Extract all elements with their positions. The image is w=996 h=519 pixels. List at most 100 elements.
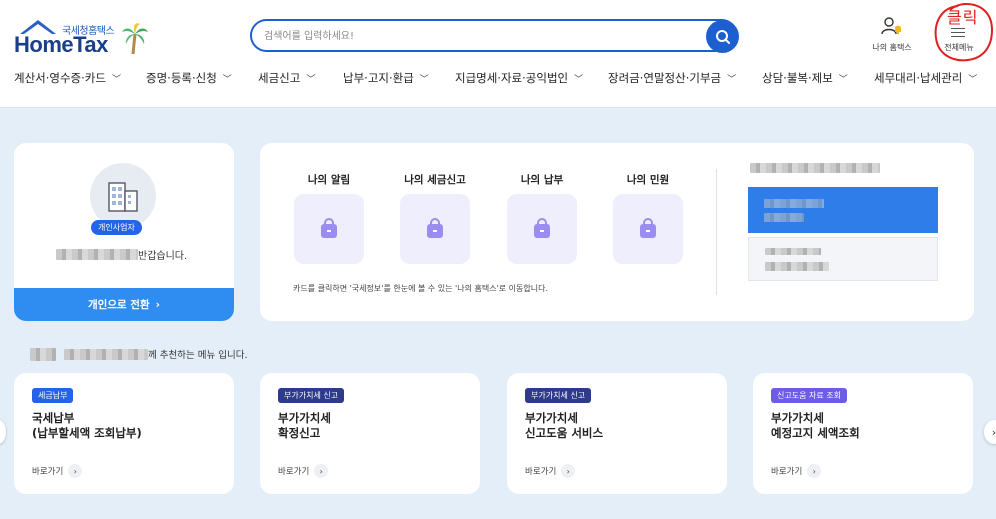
recommend-heading: 께 추천하는 메뉴 입니다. (30, 347, 247, 361)
my-hometax-button[interactable]: 나의 홈택스 (862, 16, 922, 56)
card-link-label: 바로가기 (32, 467, 64, 477)
chevron-down-icon: ﹀ (968, 74, 978, 85)
menu-card-vat-help[interactable]: 부가가치세 신고 부가가치세 신고도움 서비스 바로가기 › (507, 373, 727, 494)
tile-box (613, 194, 683, 264)
card-title: 국세납부 (납부할세액 조회납부) (32, 411, 142, 440)
site-header: 국세청홈택스 HomeTax 나의 홈택스 전체메 (0, 0, 996, 108)
my-hometax-label: 나의 홈택스 (872, 43, 912, 52)
hamburger-icon (951, 28, 965, 37)
card-link-label: 바로가기 (278, 467, 310, 477)
logo-title: HomeTax (14, 32, 108, 57)
redacted-name (56, 249, 138, 260)
chevron-down-icon: ﹀ (306, 74, 316, 85)
redacted-blue-panel[interactable] (748, 187, 938, 233)
search-icon (715, 29, 730, 44)
palm-tree-icon (122, 23, 148, 55)
search-bar (250, 19, 739, 53)
chevron-down-icon: ﹀ (111, 74, 121, 85)
switch-label: 개인으로 전환 (88, 299, 150, 311)
main-nav: 계산서·영수증·카드 ﹀ 증명·등록·신청 ﹀ 세금신고 ﹀ 납부·고지·환급 ﹀ 지급… (0, 70, 996, 92)
tile-title: 나의 세금신고 (404, 174, 466, 186)
switch-to-individual-button[interactable]: 개인으로 전환 › (14, 288, 234, 321)
all-menu-label: 전체메뉴 (944, 43, 974, 52)
my-payment-tile[interactable]: 나의 납부 (507, 172, 577, 264)
card-tag: 세금납부 (32, 388, 74, 403)
my-petitions-tile[interactable]: 나의 민원 (613, 172, 683, 264)
search-button[interactable] (706, 20, 739, 53)
building-icon (108, 182, 138, 212)
nav-item-label: 납부·고지·환급 (343, 71, 414, 85)
card-link-label: 바로가기 (771, 467, 803, 477)
my-tax-filing-tile[interactable]: 나의 세금신고 (400, 172, 470, 264)
nav-item-label: 세금신고 (258, 71, 301, 85)
chevron-right-icon: › (561, 464, 576, 478)
nav-item-certificate[interactable]: 증명·등록·신청 ﹀ (146, 70, 232, 86)
tile-box (507, 194, 577, 264)
card-tag: 신고도움 자료 조회 (771, 388, 847, 403)
chevron-right-icon: › (991, 425, 996, 439)
lock-icon (534, 218, 550, 238)
tile-box (294, 194, 364, 264)
chevron-right-icon: › (807, 464, 822, 478)
menu-card-vat-preliminary[interactable]: 신고도움 자료 조회 부가가치세 예정고지 세액조회 바로가기 › (753, 373, 973, 494)
lock-icon (321, 218, 337, 238)
my-summary-card: 나의 알림 나의 세금신고 나의 납부 나의 민원 카드를 클릭하면 '국세정보… (260, 143, 974, 321)
tile-title: 나의 알림 (307, 174, 351, 186)
nav-item-consulting[interactable]: 상담·불복·제보 ﹀ (762, 70, 848, 86)
redacted-avatar (30, 347, 56, 361)
greeting-text: 반갑습니다. (138, 251, 188, 262)
chevron-right-icon: › (314, 464, 329, 478)
card-link-label: 바로가기 (525, 467, 557, 477)
profile-card: 개인사업자 반갑습니다. 개인으로 전환 › (14, 143, 234, 321)
annotation-text: 클릭 (947, 8, 979, 27)
chevron-right-icon: › (155, 298, 160, 311)
nav-item-label: 상담·불복·제보 (762, 71, 833, 85)
menu-card-tax-payment[interactable]: 세금납부 국세납부 (납부할세액 조회납부) 바로가기 › (14, 373, 234, 494)
chevron-down-icon: ﹀ (574, 74, 584, 85)
lock-icon (427, 218, 443, 238)
tile-box (400, 194, 470, 264)
chevron-right-icon: › (68, 464, 83, 478)
nav-item-tax-filing[interactable]: 세금신고 ﹀ (258, 70, 315, 86)
business-type-badge: 개인사업자 (91, 220, 142, 235)
card-title: 부가가치세 예정고지 세액조회 (771, 411, 860, 440)
redacted-info (750, 163, 880, 173)
lock-icon (640, 218, 656, 238)
nav-item-label: 지급명세·자료·공익법인 (455, 71, 569, 85)
menu-card-vat-final[interactable]: 부가가치세 신고 부가가치세 확정신고 바로가기 › (260, 373, 480, 494)
nav-item-tax-agent[interactable]: 세무대리·납세관리 ﹀ (874, 70, 977, 86)
nav-item-label: 세무대리·납세관리 (874, 71, 963, 85)
card-link[interactable]: 바로가기 › (771, 464, 822, 478)
nav-item-incentives[interactable]: 장려금·연말정산·기부금 ﹀ (608, 70, 736, 86)
search-input[interactable] (264, 27, 694, 45)
redacted-name (64, 348, 148, 360)
card-link[interactable]: 바로가기 › (525, 464, 576, 478)
hometax-logo[interactable]: 국세청홈택스 HomeTax (14, 18, 154, 58)
chevron-down-icon: ﹀ (222, 74, 232, 85)
card-title: 부가가치세 신고도움 서비스 (525, 411, 604, 440)
nav-item-label: 장려금·연말정산·기부금 (608, 71, 722, 85)
card-tag: 부가가치세 신고 (525, 388, 592, 403)
chevron-down-icon: ﹀ (838, 74, 848, 85)
tile-title: 나의 민원 (626, 174, 670, 186)
chevron-down-icon: ﹀ (727, 74, 737, 85)
nav-item-payment[interactable]: 납부·고지·환급 ﹀ (343, 70, 429, 86)
divider (716, 169, 717, 295)
nav-item-label: 증명·등록·신청 (146, 71, 217, 85)
nav-item-invoice[interactable]: 계산서·영수증·카드 ﹀ (14, 70, 121, 86)
redacted-gray-panel[interactable] (748, 237, 938, 281)
tile-title: 나의 납부 (520, 174, 564, 186)
nav-item-statements[interactable]: 지급명세·자료·공익법인 ﹀ (455, 70, 583, 86)
card-title: 부가가치세 확정신고 (278, 411, 331, 440)
user-bell-icon (881, 17, 901, 35)
greeting: 반갑습니다. (56, 247, 187, 262)
my-alerts-tile[interactable]: 나의 알림 (294, 172, 364, 264)
card-link[interactable]: 바로가기 › (32, 464, 83, 478)
chevron-down-icon: ﹀ (419, 74, 429, 85)
summary-note: 카드를 클릭하면 '국세정보'를 한눈에 볼 수 있는 '나의 홈택스'로 이동… (293, 284, 549, 293)
carousel-next-button[interactable]: › (984, 420, 996, 444)
card-link[interactable]: 바로가기 › (278, 464, 329, 478)
recommend-text: 께 추천하는 메뉴 입니다. (148, 350, 248, 361)
carousel-prev-button[interactable] (0, 420, 6, 444)
card-tag: 부가가치세 신고 (278, 388, 345, 403)
